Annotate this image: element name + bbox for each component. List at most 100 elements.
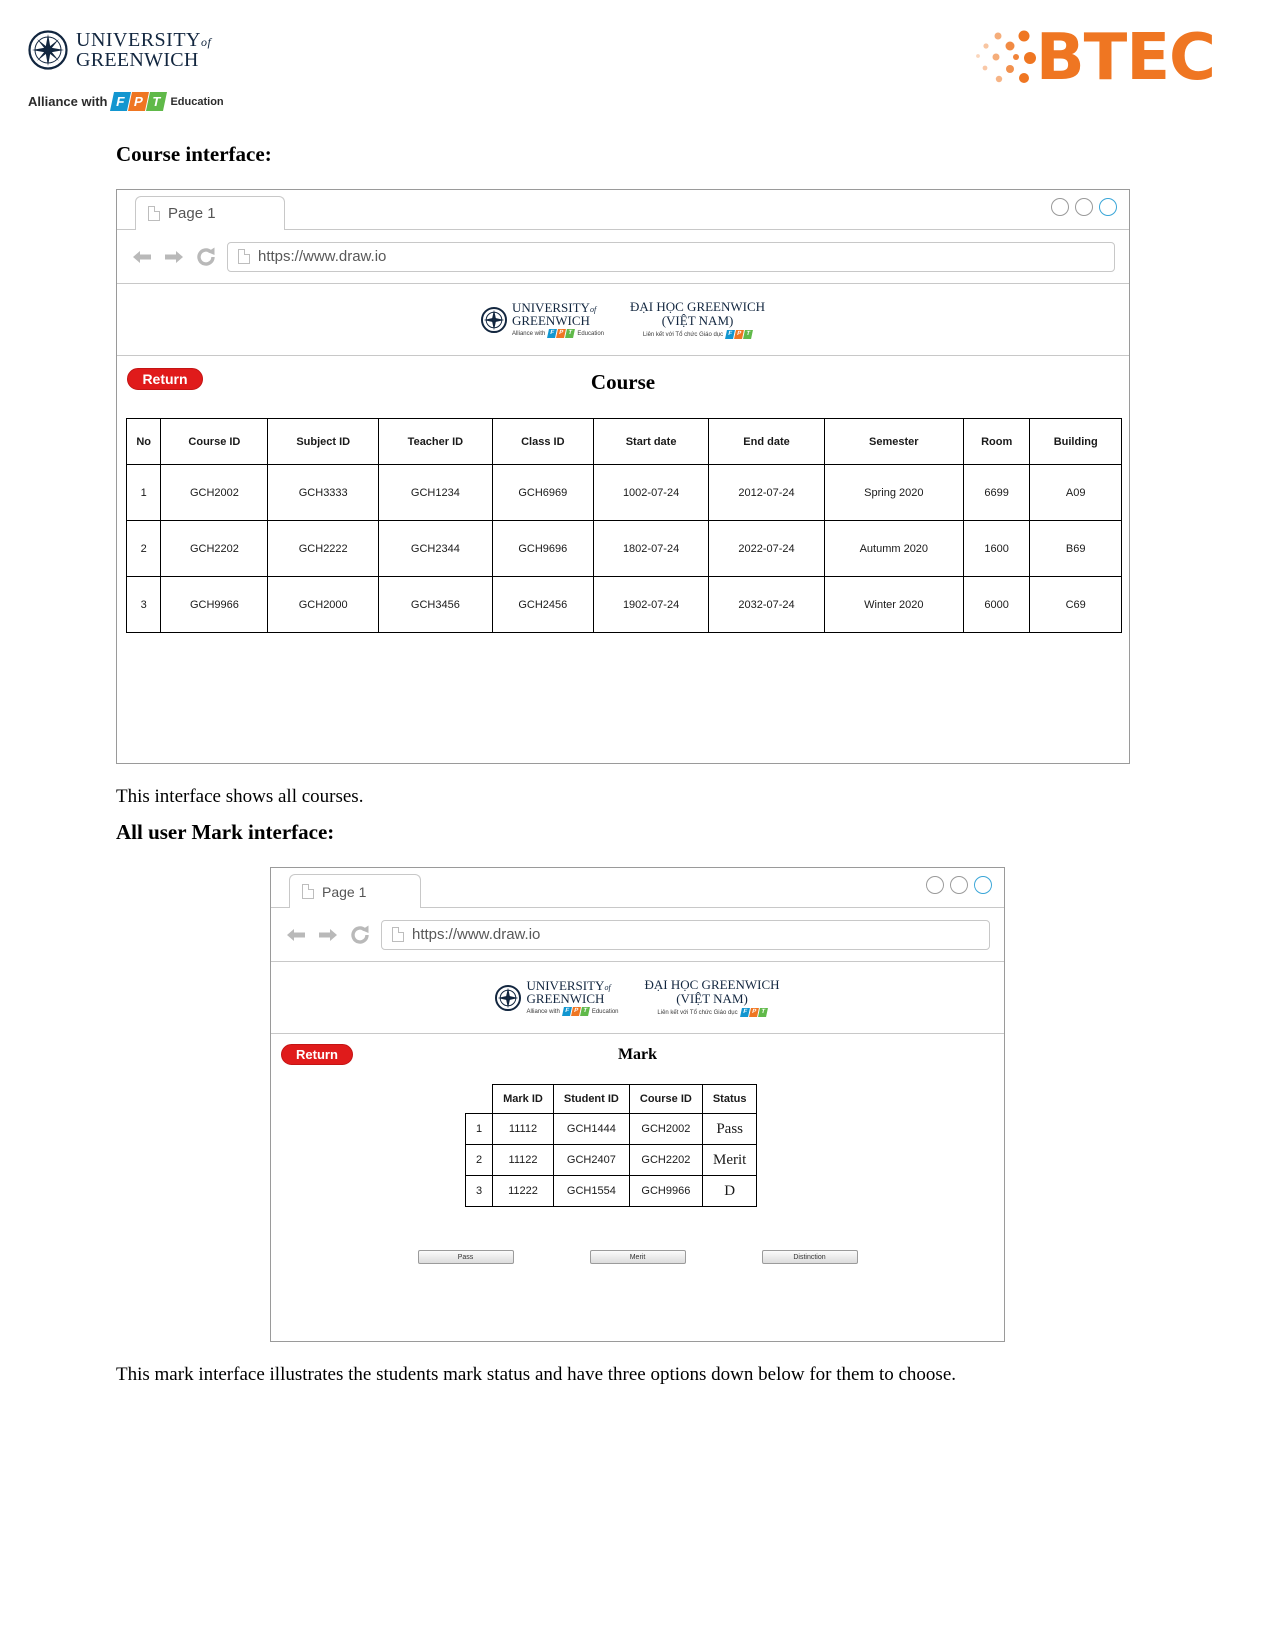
table-cell: GCH2456: [491, 576, 594, 633]
mark-banner-uog-line2: GREENWICH: [526, 991, 605, 1006]
mark-banner-vn-line2: (VIỆT NAM): [676, 991, 748, 1006]
course-table: No Course ID Subject ID Teacher ID Class ID S…: [125, 418, 1122, 633]
mark-caption: This mark interface illustrates the stud…: [116, 1364, 957, 1385]
table-cell: 1600: [962, 520, 1031, 577]
table-cell: 2: [125, 520, 162, 577]
table-cell: GCH9966: [160, 576, 269, 633]
table-cell: 11222: [492, 1175, 554, 1207]
mark-browser-url-input[interactable]: https://www.draw.io: [381, 919, 990, 950]
maximize-circle-icon[interactable]: [950, 876, 968, 894]
mark-browser-mockup: Page 1 https://www.draw.io UNIVERSITYof …: [270, 867, 1005, 1342]
browser-tabbar: Page 1: [117, 190, 1129, 230]
table-cell: GCH9966: [628, 1175, 703, 1207]
window-controls[interactable]: [1051, 198, 1117, 216]
banner-vn-fpt-icon: F P T: [725, 330, 754, 340]
mark-banner-vn-line1: ĐẠI HỌC GREENWICH: [644, 976, 780, 992]
banner-uog-of: of: [589, 305, 597, 314]
distinction-button[interactable]: Distinction: [761, 1250, 858, 1264]
mark-col-course-id: Course ID: [628, 1084, 703, 1114]
reload-icon[interactable]: [195, 246, 217, 268]
banner-vn-line1: ĐẠI HỌC GREENWICH: [630, 298, 766, 314]
banner-education-label: Education: [577, 330, 604, 337]
course-app-body: Return Course No Course ID Subject ID Teach…: [117, 356, 1129, 739]
course-col-start-date: Start date: [592, 418, 710, 465]
course-return-button[interactable]: Return: [127, 368, 203, 390]
course-page-title: Course: [590, 370, 656, 394]
table-cell: 6000: [962, 576, 1031, 633]
browser-tab-page-1[interactable]: Page 1: [135, 196, 285, 230]
banner-fpt-icon: F P T: [547, 329, 576, 338]
course-caption: This interface shows all courses.: [116, 786, 364, 807]
banner-vn-fpt-t: T: [743, 330, 754, 340]
table-cell: 1: [125, 464, 162, 521]
mark-banner-alliance-line: Alliance with F P T Education: [526, 1007, 619, 1016]
btec-dots-icon: [975, 30, 1036, 83]
document-content: Course interface: Page 1 https://www.dra…: [0, 130, 1275, 1386]
banner-alliance-label: Alliance with: [511, 330, 546, 337]
university-line1: UNIVERSITY: [76, 29, 201, 51]
back-arrow-icon[interactable]: [285, 924, 307, 946]
mark-banner-vn-sub-label: Liên kết với Tổ chức Giáo dục: [657, 1009, 738, 1016]
maximize-circle-icon[interactable]: [1075, 198, 1093, 216]
table-cell: 2: [464, 1144, 494, 1176]
mark-browser-urlbar: https://www.draw.io: [271, 908, 1004, 962]
browser-url-text: https://www.draw.io: [258, 248, 387, 265]
mark-table-body: 1 11112 GCH1444 GCH2002 Pass 2 11122 GCH2407 GCH…: [464, 1113, 758, 1207]
reload-icon[interactable]: [349, 924, 371, 946]
table-cell: GCH2222: [267, 520, 379, 577]
mark-table-header-row: Mark ID Student ID Course ID Status: [466, 1084, 758, 1114]
close-circle-icon[interactable]: [1099, 198, 1117, 216]
mark-banner-vn-fpt-icon: F P T: [739, 1008, 768, 1018]
table-cell: GCH2202: [160, 520, 269, 577]
table-cell: 3: [464, 1175, 494, 1207]
mark-page-title: Mark: [617, 1046, 658, 1063]
table-cell: 11112: [492, 1113, 554, 1145]
mark-window-controls[interactable]: [926, 876, 992, 894]
fpt-letter-t: T: [146, 92, 168, 111]
forward-arrow-icon[interactable]: [163, 246, 185, 268]
btec-wordmark: BTEC: [1035, 21, 1216, 95]
table-cell: 3: [125, 576, 162, 633]
course-table-body: 1 GCH2002 GCH3333 GCH1234 GCH6969 1002-07-24 2…: [125, 464, 1122, 633]
table-cell: GCH2002: [628, 1113, 703, 1145]
table-cell: C69: [1029, 576, 1122, 633]
table-cell: B69: [1029, 520, 1122, 577]
minimize-circle-icon[interactable]: [926, 876, 944, 894]
minimize-circle-icon[interactable]: [1051, 198, 1069, 216]
course-col-teacher-id: Teacher ID: [378, 418, 493, 465]
mark-banner-vietnam-name: ĐẠI HỌC GREENWICH (VIỆT NAM) Liên kết vớ…: [644, 976, 780, 1018]
document-icon: [148, 206, 160, 221]
course-col-no: No: [125, 418, 162, 465]
banner-fpt-t: T: [565, 329, 576, 338]
document-icon: [302, 884, 314, 899]
table-cell: 2022-07-24: [708, 520, 825, 577]
table-cell: GCH2407: [552, 1144, 630, 1176]
mark-banner-fpt-icon: F P T: [561, 1007, 590, 1016]
mark-col-idx: [466, 1085, 493, 1114]
forward-arrow-icon[interactable]: [317, 924, 339, 946]
browser-url-input[interactable]: https://www.draw.io: [227, 241, 1115, 272]
course-col-class-id: Class ID: [491, 418, 594, 465]
close-circle-icon[interactable]: [974, 876, 992, 894]
page-document-icon: [392, 927, 404, 942]
table-row: 1 11112 GCH1444 GCH2002 Pass: [464, 1113, 758, 1145]
banner-uog-line2: GREENWICH: [511, 313, 590, 328]
university-of-greenwich-logo: UNIVERSITYof GREENWICH: [28, 30, 211, 70]
table-cell: GCH9696: [491, 520, 594, 577]
course-table-header-row: No Course ID Subject ID Teacher ID Class ID S…: [125, 418, 1122, 465]
mark-browser-tab-page-1[interactable]: Page 1: [289, 874, 421, 908]
merit-button[interactable]: Merit: [589, 1250, 686, 1264]
fpt-alliance-logo: Alliance with F P T Education: [28, 92, 224, 111]
banner-vietnam-name: ĐẠI HỌC GREENWICH (VIỆT NAM) Liên kết vớ…: [630, 298, 766, 340]
back-arrow-icon[interactable]: [131, 246, 153, 268]
mark-banner-alliance-label: Alliance with: [526, 1008, 560, 1015]
status-badge: Merit: [701, 1144, 758, 1176]
mark-return-button[interactable]: Return: [281, 1044, 353, 1065]
pass-button[interactable]: Pass: [417, 1250, 514, 1264]
table-cell: 1902-07-24: [592, 576, 710, 633]
university-of-word: of: [201, 35, 212, 49]
table-cell: Winter 2020: [823, 576, 964, 633]
alliance-with-label: Alliance with: [28, 94, 108, 109]
mark-browser-url-text: https://www.draw.io: [412, 926, 541, 943]
mark-action-buttons: Pass Merit Distinction: [271, 1250, 1004, 1264]
